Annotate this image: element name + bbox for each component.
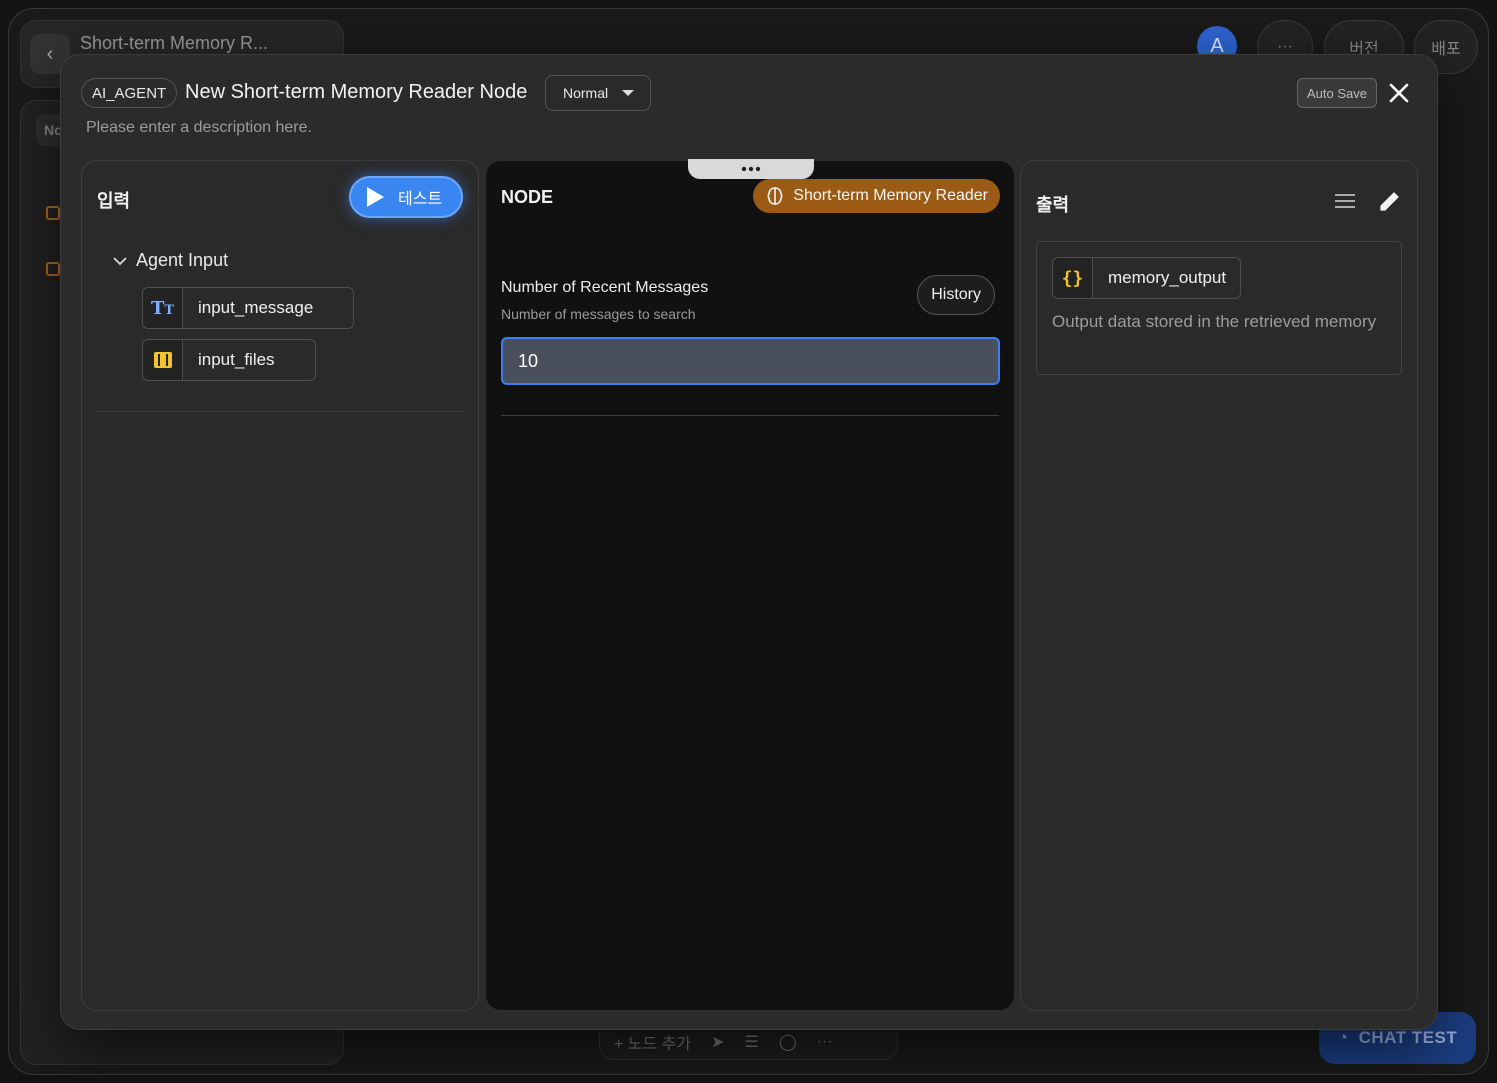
field-label: Number of Recent Messages [501,279,709,296]
variable-chip[interactable]: input_files [142,339,316,381]
chevron-down-icon [622,90,635,96]
chat-test-label: CHAT TEST [1358,1028,1458,1047]
close-icon [1389,83,1409,103]
text-type-icon: TT [143,288,183,328]
node-kind-badge: Short-term Memory Reader [753,179,1000,213]
node-title[interactable]: New Short-term Memory Reader Node [185,81,527,104]
more-icon [741,166,761,172]
variable-chip[interactable]: TT input_message [142,287,355,329]
test-button-label: 테스트 [398,191,443,208]
close-button[interactable] [1381,75,1417,111]
list-icon[interactable] [1334,192,1356,210]
field-help-text: Number of messages to search [501,306,696,322]
output-variable-name: memory_output [1108,268,1227,287]
output-variable-chip[interactable]: {} memory_output [1052,257,1242,299]
autosave-badge[interactable]: Auto Save [1297,78,1377,108]
play-icon [367,187,384,207]
divider [501,415,999,416]
node-panel: NODE Short-term Memory Reader Number of … [485,159,1015,1011]
more-icon[interactable]: ··· [817,1033,833,1051]
comment-icon[interactable]: ◯ [779,1032,797,1052]
note-icon[interactable]: ☰ [745,1032,759,1052]
document-title[interactable]: Short-term Memory R... [80,33,268,54]
divider [97,411,463,412]
node-panel-title: NODE [501,187,554,207]
chat-icon: ◔ [1337,1028,1349,1047]
agent-input-group-label: Agent Input [136,250,229,270]
cursor-icon[interactable]: ➤ [711,1032,724,1052]
node-editor-modal: AI_AGENT New Short-term Memory Reader No… [60,54,1438,1030]
output-description: Output data stored in the retrieved memo… [1052,312,1377,331]
recent-messages-input[interactable] [501,337,1000,385]
pencil-icon[interactable] [1378,189,1402,213]
agent-input-group[interactable]: Agent Input [112,250,228,271]
files-icon [143,340,183,380]
input-panel-title: 입력 [97,191,131,211]
input-panel: 입력 테스트 Agent Input TT input_message inpu… [81,160,479,1011]
node-type-icon [46,262,60,276]
node-kind-label: Short-term Memory Reader [793,187,988,204]
brain-icon [767,187,783,205]
output-actions [1334,189,1402,213]
test-button[interactable]: 테스트 [349,176,463,218]
add-node-button[interactable]: + 노드 추가 [614,1030,691,1054]
output-panel-title: 출력 [1036,195,1070,215]
chevron-left-icon: ‹ [46,42,54,65]
drag-handle[interactable] [688,159,814,179]
modal-header: AI_AGENT New Short-term Memory Reader No… [81,75,1417,111]
variable-name: input_message [198,298,314,317]
output-card: {} memory_output Output data stored in t… [1036,241,1402,375]
mode-select-value: Normal [563,85,609,101]
mode-select[interactable]: Normal [545,75,651,111]
chevron-down-icon [113,256,127,265]
variable-name: input_files [198,350,275,369]
output-panel: 출력 {} memory_output Output data stored i… [1020,160,1418,1011]
node-type-icon [46,206,60,220]
description-field[interactable]: Please enter a description here. [86,119,312,137]
node-type-chip: AI_AGENT [81,78,178,108]
history-button[interactable]: History [917,275,995,315]
object-braces-icon: {} [1053,258,1093,298]
